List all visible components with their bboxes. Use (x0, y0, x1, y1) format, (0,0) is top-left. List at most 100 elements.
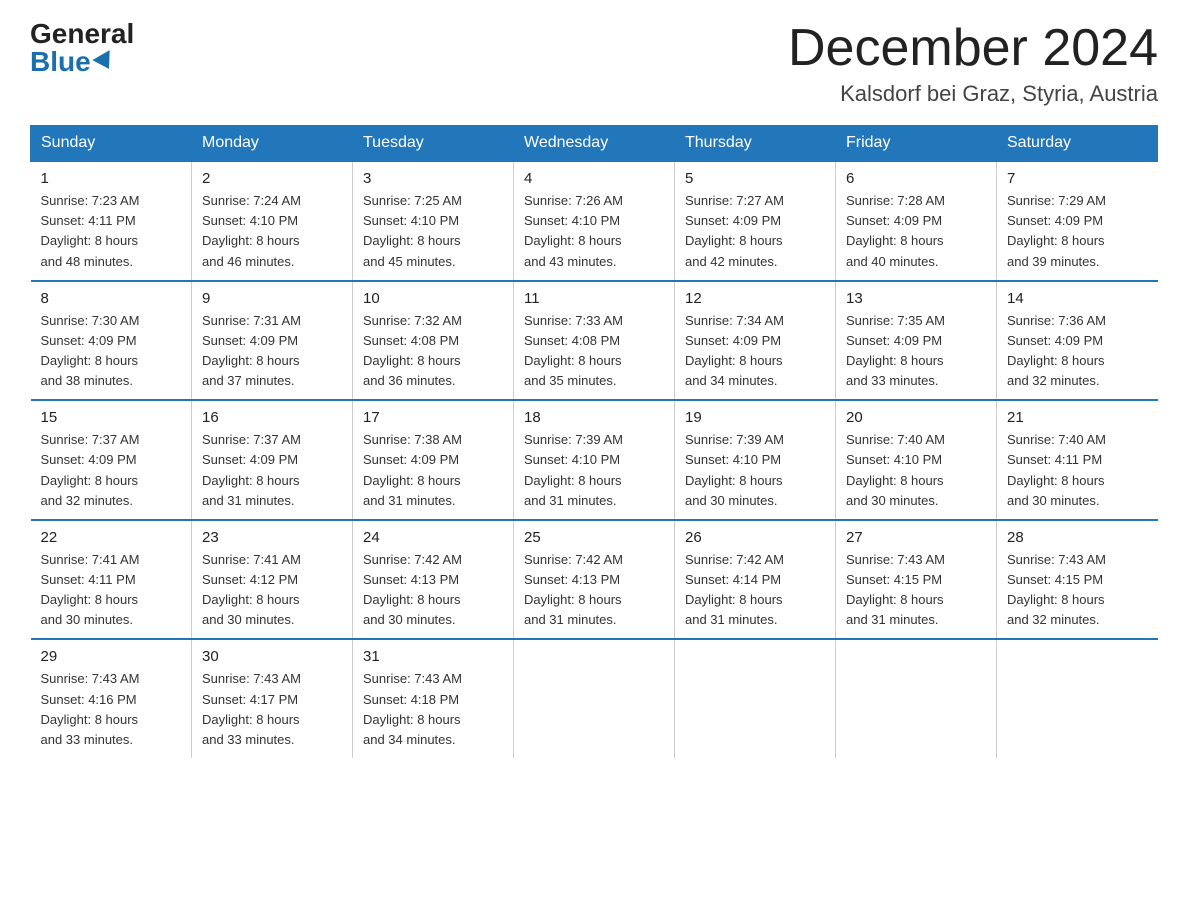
day-number: 31 (363, 648, 503, 665)
weekday-header-monday: Monday (192, 126, 353, 162)
weekday-header-wednesday: Wednesday (514, 126, 675, 162)
day-number: 8 (41, 290, 182, 307)
calendar-cell: 12 Sunrise: 7:34 AM Sunset: 4:09 PM Dayli… (675, 281, 836, 401)
day-info: Sunrise: 7:42 AM Sunset: 4:13 PM Dayligh… (363, 550, 503, 631)
day-number: 9 (202, 290, 342, 307)
weekday-header-tuesday: Tuesday (353, 126, 514, 162)
day-info: Sunrise: 7:41 AM Sunset: 4:11 PM Dayligh… (41, 550, 182, 631)
calendar-cell: 29 Sunrise: 7:43 AM Sunset: 4:16 PM Dayli… (31, 639, 192, 758)
day-number: 6 (846, 170, 986, 187)
day-info: Sunrise: 7:27 AM Sunset: 4:09 PM Dayligh… (685, 191, 825, 272)
calendar-cell: 19 Sunrise: 7:39 AM Sunset: 4:10 PM Dayli… (675, 400, 836, 520)
day-number: 4 (524, 170, 664, 187)
calendar-week-row: 15 Sunrise: 7:37 AM Sunset: 4:09 PM Dayli… (31, 400, 1158, 520)
calendar-cell: 22 Sunrise: 7:41 AM Sunset: 4:11 PM Dayli… (31, 520, 192, 640)
calendar-week-row: 29 Sunrise: 7:43 AM Sunset: 4:16 PM Dayli… (31, 639, 1158, 758)
day-info: Sunrise: 7:35 AM Sunset: 4:09 PM Dayligh… (846, 311, 986, 392)
calendar-cell (836, 639, 997, 758)
day-number: 29 (41, 648, 182, 665)
weekday-header-saturday: Saturday (997, 126, 1158, 162)
day-number: 7 (1007, 170, 1148, 187)
day-info: Sunrise: 7:43 AM Sunset: 4:16 PM Dayligh… (41, 669, 182, 750)
day-number: 1 (41, 170, 182, 187)
day-info: Sunrise: 7:37 AM Sunset: 4:09 PM Dayligh… (202, 430, 342, 511)
day-number: 19 (685, 409, 825, 426)
day-info: Sunrise: 7:32 AM Sunset: 4:08 PM Dayligh… (363, 311, 503, 392)
logo: General Blue (30, 20, 134, 76)
day-info: Sunrise: 7:38 AM Sunset: 4:09 PM Dayligh… (363, 430, 503, 511)
calendar-cell: 9 Sunrise: 7:31 AM Sunset: 4:09 PM Daylig… (192, 281, 353, 401)
calendar-cell: 27 Sunrise: 7:43 AM Sunset: 4:15 PM Dayli… (836, 520, 997, 640)
day-info: Sunrise: 7:40 AM Sunset: 4:11 PM Dayligh… (1007, 430, 1148, 511)
calendar-cell: 10Sunrise: 7:32 AM Sunset: 4:08 PM Dayli… (353, 281, 514, 401)
location-subtitle: Kalsdorf bei Graz, Styria, Austria (788, 81, 1158, 107)
logo-triangle-icon (92, 50, 117, 74)
calendar-cell: 24Sunrise: 7:42 AM Sunset: 4:13 PM Dayli… (353, 520, 514, 640)
day-info: Sunrise: 7:43 AM Sunset: 4:15 PM Dayligh… (1007, 550, 1148, 631)
day-number: 27 (846, 529, 986, 546)
calendar-cell: 11 Sunrise: 7:33 AM Sunset: 4:08 PM Dayli… (514, 281, 675, 401)
calendar-cell: 13 Sunrise: 7:35 AM Sunset: 4:09 PM Dayli… (836, 281, 997, 401)
calendar-cell: 8 Sunrise: 7:30 AM Sunset: 4:09 PM Daylig… (31, 281, 192, 401)
day-info: Sunrise: 7:42 AM Sunset: 4:14 PM Dayligh… (685, 550, 825, 631)
logo-blue-text: Blue (30, 48, 115, 76)
day-info: Sunrise: 7:26 AM Sunset: 4:10 PM Dayligh… (524, 191, 664, 272)
day-info: Sunrise: 7:30 AM Sunset: 4:09 PM Dayligh… (41, 311, 182, 392)
weekday-header-row: SundayMondayTuesdayWednesdayThursdayFrid… (31, 126, 1158, 162)
calendar-cell: 20Sunrise: 7:40 AM Sunset: 4:10 PM Dayli… (836, 400, 997, 520)
day-info: Sunrise: 7:42 AM Sunset: 4:13 PM Dayligh… (524, 550, 664, 631)
day-info: Sunrise: 7:24 AM Sunset: 4:10 PM Dayligh… (202, 191, 342, 272)
day-info: Sunrise: 7:39 AM Sunset: 4:10 PM Dayligh… (524, 430, 664, 511)
day-info: Sunrise: 7:25 AM Sunset: 4:10 PM Dayligh… (363, 191, 503, 272)
calendar-cell: 16 Sunrise: 7:37 AM Sunset: 4:09 PM Dayli… (192, 400, 353, 520)
calendar-cell: 21Sunrise: 7:40 AM Sunset: 4:11 PM Dayli… (997, 400, 1158, 520)
calendar-cell: 23Sunrise: 7:41 AM Sunset: 4:12 PM Dayli… (192, 520, 353, 640)
day-info: Sunrise: 7:36 AM Sunset: 4:09 PM Dayligh… (1007, 311, 1148, 392)
day-number: 17 (363, 409, 503, 426)
calendar-week-row: 1 Sunrise: 7:23 AM Sunset: 4:11 PM Daylig… (31, 161, 1158, 281)
calendar-cell: 4 Sunrise: 7:26 AM Sunset: 4:10 PM Daylig… (514, 161, 675, 281)
calendar-cell: 25Sunrise: 7:42 AM Sunset: 4:13 PM Dayli… (514, 520, 675, 640)
calendar-cell: 30Sunrise: 7:43 AM Sunset: 4:17 PM Dayli… (192, 639, 353, 758)
day-info: Sunrise: 7:34 AM Sunset: 4:09 PM Dayligh… (685, 311, 825, 392)
day-number: 22 (41, 529, 182, 546)
day-info: Sunrise: 7:39 AM Sunset: 4:10 PM Dayligh… (685, 430, 825, 511)
calendar-cell (514, 639, 675, 758)
day-info: Sunrise: 7:23 AM Sunset: 4:11 PM Dayligh… (41, 191, 182, 272)
day-number: 14 (1007, 290, 1148, 307)
calendar-cell (997, 639, 1158, 758)
day-number: 2 (202, 170, 342, 187)
weekday-header-thursday: Thursday (675, 126, 836, 162)
calendar-cell: 6 Sunrise: 7:28 AM Sunset: 4:09 PM Daylig… (836, 161, 997, 281)
calendar-cell: 7 Sunrise: 7:29 AM Sunset: 4:09 PM Daylig… (997, 161, 1158, 281)
day-info: Sunrise: 7:43 AM Sunset: 4:17 PM Dayligh… (202, 669, 342, 750)
month-title: December 2024 (788, 20, 1158, 77)
day-info: Sunrise: 7:37 AM Sunset: 4:09 PM Dayligh… (41, 430, 182, 511)
day-number: 12 (685, 290, 825, 307)
calendar-cell: 2 Sunrise: 7:24 AM Sunset: 4:10 PM Daylig… (192, 161, 353, 281)
calendar-week-row: 22 Sunrise: 7:41 AM Sunset: 4:11 PM Dayli… (31, 520, 1158, 640)
calendar-cell: 3 Sunrise: 7:25 AM Sunset: 4:10 PM Daylig… (353, 161, 514, 281)
calendar-cell: 26 Sunrise: 7:42 AM Sunset: 4:14 PM Dayli… (675, 520, 836, 640)
weekday-header-sunday: Sunday (31, 126, 192, 162)
day-number: 28 (1007, 529, 1148, 546)
calendar-cell: 28 Sunrise: 7:43 AM Sunset: 4:15 PM Dayli… (997, 520, 1158, 640)
day-info: Sunrise: 7:43 AM Sunset: 4:15 PM Dayligh… (846, 550, 986, 631)
day-info: Sunrise: 7:31 AM Sunset: 4:09 PM Dayligh… (202, 311, 342, 392)
calendar-table: SundayMondayTuesdayWednesdayThursdayFrid… (30, 125, 1158, 758)
day-info: Sunrise: 7:28 AM Sunset: 4:09 PM Dayligh… (846, 191, 986, 272)
day-number: 11 (524, 290, 664, 307)
day-number: 26 (685, 529, 825, 546)
day-number: 3 (363, 170, 503, 187)
day-info: Sunrise: 7:33 AM Sunset: 4:08 PM Dayligh… (524, 311, 664, 392)
calendar-cell: 1 Sunrise: 7:23 AM Sunset: 4:11 PM Daylig… (31, 161, 192, 281)
calendar-cell (675, 639, 836, 758)
day-number: 16 (202, 409, 342, 426)
title-area: December 2024 Kalsdorf bei Graz, Styria,… (788, 20, 1158, 107)
day-info: Sunrise: 7:29 AM Sunset: 4:09 PM Dayligh… (1007, 191, 1148, 272)
page-header: General Blue December 2024 Kalsdorf bei … (30, 20, 1158, 107)
day-number: 13 (846, 290, 986, 307)
day-number: 15 (41, 409, 182, 426)
day-info: Sunrise: 7:41 AM Sunset: 4:12 PM Dayligh… (202, 550, 342, 631)
calendar-week-row: 8 Sunrise: 7:30 AM Sunset: 4:09 PM Daylig… (31, 281, 1158, 401)
